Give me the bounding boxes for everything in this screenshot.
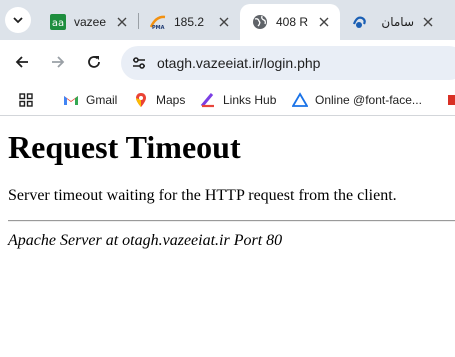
apps-button[interactable]	[18, 91, 41, 109]
tab-185[interactable]: PMA 185.2	[138, 4, 240, 40]
bookmark-label: Gmail	[86, 93, 118, 107]
aa-site-icon: aa	[50, 14, 66, 30]
server-signature: Apache Server at otagh.vazeeiat.ir Port …	[8, 232, 283, 249]
tab-title: سامان	[381, 15, 414, 29]
browser-toolbar: otagh.vazeeiat.ir/login.php	[0, 40, 455, 84]
close-icon[interactable]	[316, 14, 332, 30]
chevron-down-icon	[13, 17, 23, 24]
back-button[interactable]	[11, 51, 33, 73]
forward-button[interactable]	[47, 51, 69, 73]
gmail-icon	[63, 92, 79, 108]
close-icon[interactable]	[114, 14, 130, 30]
maps-icon	[133, 92, 149, 108]
tab-408[interactable]: 408 R	[240, 4, 340, 40]
reload-button[interactable]	[83, 51, 105, 73]
bookmark-label: Online @font-face...	[315, 93, 422, 107]
bookmark-links-hub[interactable]: Links Hub	[200, 91, 276, 109]
reload-icon	[88, 56, 100, 68]
page-title: Request Timeout	[8, 129, 241, 165]
divider	[8, 220, 455, 222]
tab-strip: aa vazee PMA 185.2 408 R سامان	[0, 0, 455, 40]
tab-title: vazee	[74, 15, 107, 29]
bookmark-font-face[interactable]: Online @font-face...	[292, 91, 422, 109]
close-icon[interactable]	[420, 14, 436, 30]
links-hub-icon	[200, 92, 216, 108]
tab-title: 185.2	[174, 15, 205, 29]
bookmark-maps[interactable]: Maps	[133, 91, 185, 109]
tab-saman[interactable]: سامان	[340, 4, 444, 40]
bookmarks-bar: Gmail Maps Links Hub Online @font-face..…	[0, 84, 455, 116]
forward-arrow-icon	[52, 56, 65, 68]
url-text: otagh.vazeeiat.ir/login.php	[157, 55, 321, 71]
tab-vazee[interactable]: aa vazee	[38, 4, 138, 40]
error-message: Server timeout waiting for the HTTP requ…	[8, 187, 397, 204]
page-content: Request Timeout Server timeout waiting f…	[0, 117, 455, 357]
font-face-icon	[292, 92, 308, 108]
bookmark-label: Maps	[156, 93, 186, 107]
apps-grid-icon	[18, 92, 34, 108]
close-icon[interactable]	[216, 14, 232, 30]
phpmyadmin-icon: PMA	[150, 14, 166, 30]
tab-title: 408 R	[276, 15, 309, 29]
back-arrow-icon	[15, 56, 28, 68]
tab-search-button[interactable]	[5, 7, 31, 33]
bookmark-gmail[interactable]: Gmail	[63, 91, 117, 109]
svg-text:aa: aa	[52, 18, 64, 29]
bookmark-label: Links Hub	[223, 93, 277, 107]
svg-text:PMA: PMA	[152, 25, 165, 30]
saman-site-icon	[352, 14, 368, 30]
bookmark-overflow-item[interactable]	[447, 91, 455, 109]
site-info-icon[interactable]	[129, 53, 149, 73]
globe-icon	[252, 14, 268, 30]
bookmark-folder-icon	[447, 92, 455, 108]
address-bar[interactable]: otagh.vazeeiat.ir/login.php	[121, 46, 455, 80]
